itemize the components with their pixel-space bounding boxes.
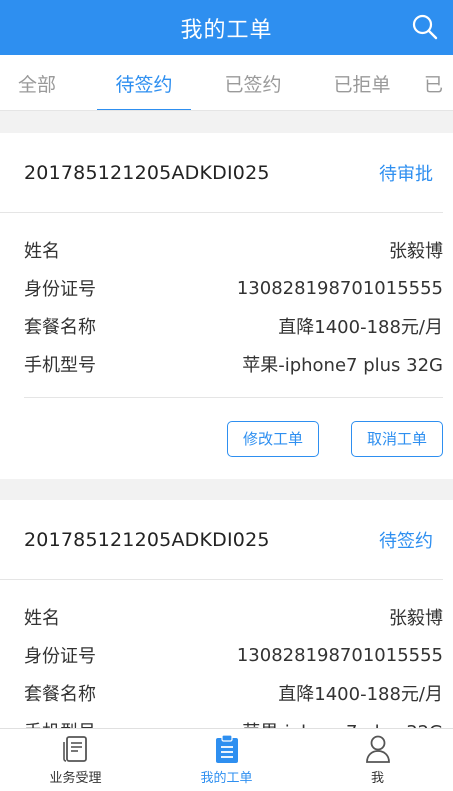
- order-card-header: 201785121205ADKDI025 待签约: [0, 500, 443, 580]
- tab-label: 待签约: [115, 73, 173, 96]
- search-icon: [412, 14, 438, 40]
- field-value: 苹果-iphone7 plus 32G: [242, 718, 443, 728]
- field-value: 苹果-iphone7 plus 32G: [242, 355, 443, 376]
- order-card-header: 201785121205ADKDI025 待审批: [0, 133, 443, 213]
- tab-more[interactable]: 已: [424, 55, 453, 110]
- field-label: 套餐名称: [24, 317, 96, 338]
- detail-row-plan: 套餐名称 直降1400-188元/月: [24, 674, 443, 712]
- field-value: 130828198701015555: [236, 644, 443, 666]
- detail-row-phone-model: 手机型号 苹果-iphone7 plus 32G: [24, 712, 443, 728]
- nav-label: 我: [370, 771, 384, 786]
- nav-item-business[interactable]: 业务受理: [0, 729, 151, 791]
- field-label: 手机型号: [24, 718, 96, 728]
- detail-row-plan: 套餐名称 直降1400-188元/月: [24, 307, 443, 345]
- user-icon: [363, 734, 393, 764]
- field-label: 身份证号: [24, 279, 96, 300]
- order-number: 201785121205ADKDI025: [24, 528, 270, 551]
- field-value: 张毅博: [389, 608, 443, 629]
- status-tabs: 全部 待签约 已签约 已拒单 已: [0, 55, 453, 111]
- document-icon: [61, 734, 91, 764]
- tab-label: 全部: [17, 73, 56, 96]
- tab-all[interactable]: 全部: [0, 55, 84, 110]
- field-value: 直降1400-188元/月: [278, 317, 443, 338]
- field-label: 身份证号: [24, 646, 96, 667]
- tab-label: 已签约: [224, 73, 282, 96]
- tab-label: 已: [424, 73, 444, 96]
- order-details: 姓名 张毅博 身份证号 130828198701015555 套餐名称 直降14…: [0, 580, 453, 728]
- field-label: 姓名: [24, 241, 60, 262]
- nav-label: 我的工单: [200, 771, 253, 786]
- field-value: 直降1400-188元/月: [278, 684, 443, 705]
- order-number: 201785121205ADKDI025: [24, 161, 270, 184]
- nav-label: 业务受理: [49, 771, 102, 786]
- tab-label: 已拒单: [333, 73, 391, 96]
- detail-row-id-number: 身份证号 130828198701015555: [24, 269, 443, 307]
- detail-row-name: 姓名 张毅博: [24, 231, 443, 269]
- field-value: 130828198701015555: [236, 277, 443, 299]
- order-details: 姓名 张毅博 身份证号 130828198701015555 套餐名称 直降14…: [0, 213, 453, 397]
- field-label: 套餐名称: [24, 684, 96, 705]
- tab-rejected[interactable]: 已拒单: [315, 55, 409, 110]
- order-card: 201785121205ADKDI025 待签约 姓名 张毅博 身份证号 130…: [0, 500, 453, 728]
- nav-item-my-orders[interactable]: 我的工单: [151, 729, 302, 791]
- status-badge: 待审批: [379, 163, 433, 185]
- edit-order-button[interactable]: 修改工单: [227, 420, 319, 457]
- field-label: 姓名: [24, 608, 60, 629]
- bottom-nav: 业务受理 我的工单 我: [0, 728, 453, 791]
- detail-row-name: 姓名 张毅博: [24, 598, 443, 636]
- field-value: 张毅博: [389, 241, 443, 262]
- detail-row-phone-model: 手机型号 苹果-iphone7 plus 32G: [24, 345, 443, 383]
- order-card: 201785121205ADKDI025 待审批 姓名 张毅博 身份证号 130…: [0, 133, 453, 479]
- cancel-order-button[interactable]: 取消工单: [351, 420, 443, 457]
- detail-row-id-number: 身份证号 130828198701015555: [24, 636, 443, 674]
- app-header: 我的工单: [0, 0, 453, 55]
- status-badge: 待签约: [379, 530, 433, 552]
- order-list[interactable]: 201785121205ADKDI025 待审批 姓名 张毅博 身份证号 130…: [0, 111, 453, 728]
- nav-item-me[interactable]: 我: [302, 729, 453, 791]
- order-actions: 修改工单 取消工单: [24, 397, 443, 479]
- tab-signed[interactable]: 已签约: [206, 55, 300, 110]
- field-label: 手机型号: [24, 355, 96, 376]
- search-button[interactable]: [409, 11, 441, 43]
- page-title: 我的工单: [180, 17, 273, 43]
- clipboard-icon: [212, 734, 242, 764]
- tab-pending-sign[interactable]: 待签约: [97, 55, 191, 110]
